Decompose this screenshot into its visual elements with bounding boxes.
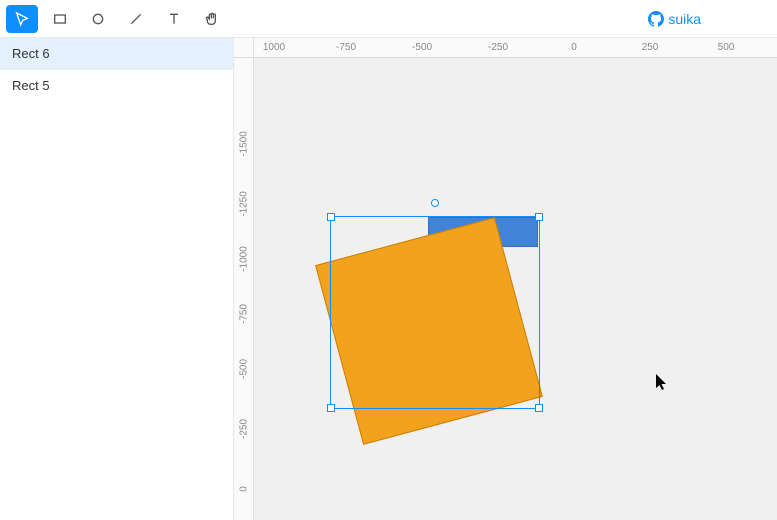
resize-handle-nw[interactable]: [327, 213, 335, 221]
line-icon: [128, 11, 144, 27]
ruler-tick: -750: [234, 309, 253, 320]
brand-link[interactable]: suika: [648, 11, 701, 27]
rectangle-icon: [52, 11, 68, 27]
tool-group: [6, 5, 228, 33]
ruler-tick: 0: [234, 484, 253, 495]
rectangle-tool[interactable]: [44, 5, 76, 33]
ruler-tick: -1250: [234, 199, 253, 210]
rotation-handle[interactable]: [431, 199, 439, 207]
ruler-tick: -1000: [234, 254, 253, 265]
ruler-tick: -500: [234, 364, 253, 375]
shape-rect-orange[interactable]: [315, 217, 543, 445]
ruler-tick: -1500: [234, 139, 253, 150]
canvas-stage[interactable]: [254, 58, 777, 520]
ruler-horizontal: 1000-750-500-25002505007501000: [254, 38, 777, 58]
layers-panel: Rect 6 Rect 5: [0, 38, 234, 520]
toolbar: suika: [0, 0, 777, 38]
ruler-tick: -250: [234, 424, 253, 435]
pan-tool[interactable]: [196, 5, 228, 33]
github-icon: [648, 11, 664, 27]
ruler-tick: -250: [488, 38, 508, 57]
resize-handle-se[interactable]: [535, 404, 543, 412]
line-tool[interactable]: [120, 5, 152, 33]
ruler-tick: 500: [718, 38, 735, 57]
text-tool[interactable]: [158, 5, 190, 33]
canvas-area[interactable]: 1000-750-500-25002505007501000 -1500-125…: [234, 38, 777, 520]
ruler-tick: -750: [336, 38, 356, 57]
ellipse-tool[interactable]: [82, 5, 114, 33]
brand-name: suika: [668, 11, 701, 27]
ruler-tick: -500: [412, 38, 432, 57]
ruler-tick: 1000: [263, 38, 285, 57]
workspace: Rect 6 Rect 5 1000-750-500-2500250500750…: [0, 38, 777, 520]
ruler-corner: [234, 38, 254, 58]
text-icon: [166, 11, 182, 27]
cursor-icon: [14, 11, 30, 27]
layer-item[interactable]: Rect 6: [0, 38, 233, 70]
ruler-tick: 250: [642, 38, 659, 57]
ruler-vertical: -1500-1250-1000-750-500-250050: [234, 58, 254, 520]
hand-icon: [204, 11, 220, 27]
select-tool[interactable]: [6, 5, 38, 33]
layer-item[interactable]: Rect 5: [0, 70, 233, 102]
ruler-tick: 0: [571, 38, 577, 57]
ellipse-icon: [90, 11, 106, 27]
resize-handle-sw[interactable]: [327, 404, 335, 412]
